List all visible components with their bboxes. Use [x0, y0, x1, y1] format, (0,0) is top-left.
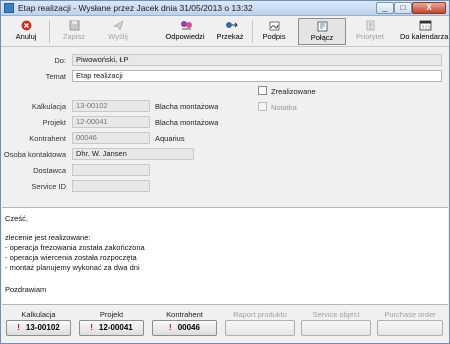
project-link-button[interactable]: ! 12-00041: [79, 320, 144, 336]
minimize-button[interactable]: _: [376, 2, 394, 14]
service-id-label: Service ID: [31, 182, 66, 191]
footer-purchase-order-label: Purchase order: [384, 310, 436, 319]
product-report-button[interactable]: [225, 320, 295, 336]
calculation-link-button[interactable]: ! 13-00102: [6, 320, 71, 336]
footer-calculation-label: Kalkulacja: [21, 310, 56, 319]
project-label: Projekt: [42, 118, 66, 127]
message-line: Cześć,: [5, 214, 28, 223]
completed-checkbox[interactable]: [258, 86, 267, 95]
message-line: - montaż planujemy wykonać za dwa dni: [5, 263, 140, 272]
priority-button[interactable]: Priorytet: [349, 18, 391, 45]
project-field[interactable]: 12-00041: [72, 116, 150, 128]
link-button[interactable]: Połącz: [298, 18, 346, 45]
service-id-field[interactable]: [72, 180, 150, 192]
send-button[interactable]: Wyślij: [97, 18, 139, 45]
send-icon: [112, 20, 124, 31]
calendar-button[interactable]: Do kalendarza: [400, 18, 448, 45]
save-icon: [69, 20, 80, 31]
subject-label: Temat: [45, 72, 66, 81]
footer-service-object-label: Service object: [312, 310, 360, 319]
maximize-button[interactable]: □: [394, 2, 412, 14]
app-icon: [4, 3, 14, 13]
subject-field[interactable]: Etap realizacji: [72, 70, 442, 82]
to-label: Do:: [54, 56, 66, 65]
note-checkbox[interactable]: [258, 102, 267, 111]
calculation-field[interactable]: 13-00102: [72, 100, 150, 112]
warning-icon: !: [17, 323, 20, 332]
close-button[interactable]: X: [412, 2, 446, 14]
signature-icon: [269, 20, 280, 31]
service-object-button[interactable]: [301, 320, 371, 336]
footer-product-report-label: Raport produktu: [233, 310, 287, 319]
calculation-label: Kalkulacja: [31, 102, 66, 111]
forward-icon: [225, 20, 238, 31]
to-field[interactable]: Piwowoński, ŁP: [72, 54, 442, 66]
signature-button[interactable]: Podpis: [255, 18, 293, 45]
window-title: Etap realizacji - Wysłane przez Jacek dn…: [18, 3, 253, 13]
forward-button[interactable]: Przekaż: [211, 18, 249, 45]
contact-person-label: Osoba kontaktowa: [3, 150, 66, 159]
message-line: - operacja frezowania została zakończona: [5, 243, 145, 252]
calendar-icon: [419, 20, 431, 31]
footer-contractor-label: Kontrahent: [166, 310, 203, 319]
project-description: Blacha montażowa: [155, 118, 219, 127]
cancel-icon: [21, 20, 32, 31]
contractor-description: Aquarius: [155, 134, 185, 143]
completed-label: Zrealizowane: [271, 87, 316, 96]
contractor-link-button[interactable]: ! 00046: [152, 320, 217, 336]
message-line: zlecenie jest realizowane:: [5, 233, 91, 242]
message-line: Pozdrawiam: [5, 285, 47, 294]
message-line: - operacja wiercenia została rozpoczęta: [5, 253, 137, 262]
link-icon: [317, 21, 328, 32]
supplier-field[interactable]: [72, 164, 150, 176]
save-button[interactable]: Zapisz: [53, 18, 95, 45]
contact-person-field[interactable]: Dhr. W. Jansen: [72, 148, 194, 160]
calculation-description: Blacha montażowa: [155, 102, 219, 111]
toolbar: Anuluj Zapisz Wyślij Odpowiedzi Przekaż …: [1, 17, 449, 47]
note-label: Notatka: [271, 103, 297, 112]
cancel-button[interactable]: Anuluj: [5, 18, 47, 45]
warning-icon: !: [169, 323, 172, 332]
contractor-label: Kontrahent: [29, 134, 66, 143]
title-bar[interactable]: Etap realizacji - Wysłane przez Jacek dn…: [1, 1, 449, 16]
message-body[interactable]: Cześć, zlecenie jest realizowane: - oper…: [2, 207, 448, 305]
reply-button[interactable]: Odpowiedzi: [161, 18, 209, 45]
priority-icon: [365, 20, 376, 31]
footer-project-label: Projekt: [99, 310, 124, 319]
purchase-order-button[interactable]: [377, 320, 443, 336]
reply-icon: [180, 20, 192, 31]
contractor-field[interactable]: 00046: [72, 132, 150, 144]
message-window: Etap realizacji - Wysłane przez Jacek dn…: [0, 0, 450, 344]
warning-icon: !: [90, 323, 93, 332]
supplier-label: Dostawca: [33, 166, 66, 175]
